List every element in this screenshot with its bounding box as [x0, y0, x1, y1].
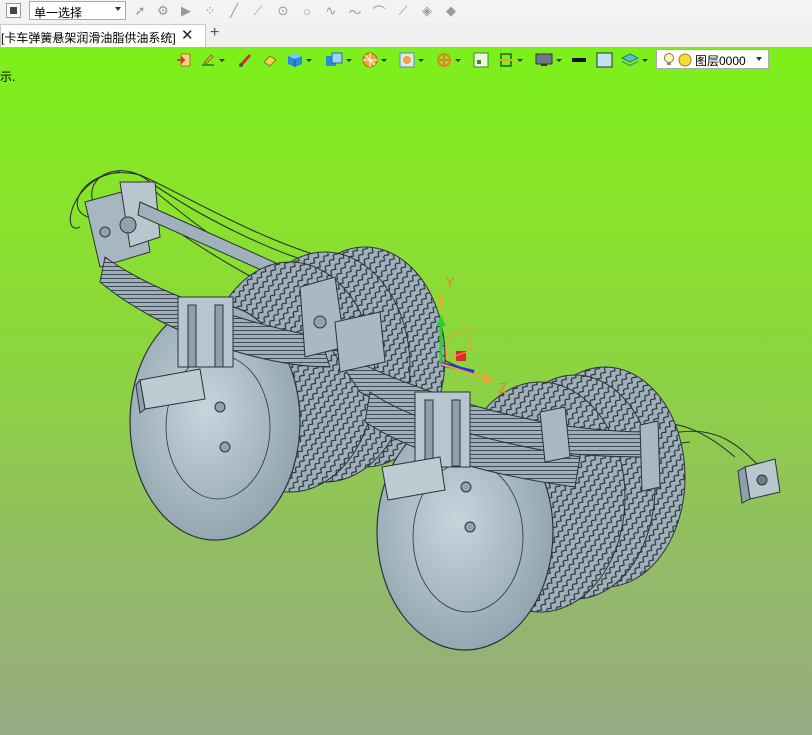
stop-button[interactable] [6, 3, 21, 18]
arc-icon[interactable]: ⌒ [370, 2, 388, 20]
curve-icon[interactable]: ∿ [322, 2, 340, 20]
document-tab[interactable]: [卡车弹簧悬架润滑油脂供油系统] ✕ [0, 24, 206, 47]
tangent-icon[interactable]: ⟋ [394, 2, 412, 20]
surface-icon[interactable]: ◈ [418, 2, 436, 20]
z-axis-label: Z [498, 380, 507, 397]
front-bracket [84, 181, 161, 268]
selection-mode-value: 单一选择 [34, 6, 83, 20]
close-icon[interactable]: ✕ [181, 26, 194, 44]
add-tab-icon[interactable]: + [210, 24, 219, 42]
line-icon[interactable]: ╱ [225, 2, 243, 20]
ring-icon[interactable]: ○ [298, 2, 316, 20]
3d-viewport[interactable]: 示. 图层0000 Y Z [0, 47, 812, 735]
pointer-icon[interactable]: ➚ [131, 2, 149, 20]
document-tabstrip: [卡车弹簧悬架润滑油脂供油系统] ✕ [0, 22, 812, 47]
selection-mode-select[interactable]: 单一选择 [29, 1, 126, 20]
circle-icon[interactable]: ⊙ [274, 2, 292, 20]
wave-icon[interactable]: 〜 [346, 2, 364, 20]
play-icon[interactable]: ▶ [177, 2, 195, 20]
axis-gizmo: Y Z [436, 274, 507, 397]
chevron-down-icon [115, 7, 121, 11]
selection-toolbar: 单一选择 ➚ ⚙ ▶ ⁘ ╱ ⟋ ⊙ ○ ∿ 〜 ⌒ ⟋ ◈ ◆ [0, 0, 812, 22]
lubrication-pump [737, 458, 781, 504]
layers-3d-icon[interactable]: ◆ [442, 2, 460, 20]
suspension-model: Y Z [69, 170, 781, 651]
y-axis-label: Y [445, 274, 455, 291]
filter-icon[interactable]: ⚙ [154, 2, 172, 20]
document-tab-title: [卡车弹簧悬架润滑油脂供油系统] [1, 31, 176, 45]
points-icon[interactable]: ⁘ [201, 2, 219, 20]
segment-icon[interactable]: ⟋ [249, 2, 267, 20]
